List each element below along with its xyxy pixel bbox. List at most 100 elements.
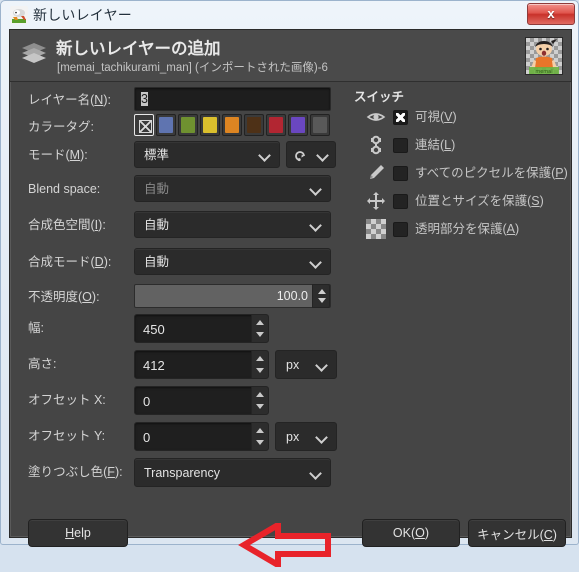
width-input[interactable]: 450 bbox=[134, 314, 269, 343]
stepper-up-icon bbox=[256, 356, 264, 361]
width-stepper[interactable] bbox=[251, 315, 268, 342]
dialog-form: レイヤー名(N): 3 カラータグ: モード(M): 標準 Blend spac… bbox=[10, 82, 571, 571]
ok-button-label: OK(O) bbox=[392, 526, 430, 540]
switch-row-4[interactable]: 透明部分を保護(A) bbox=[366, 217, 571, 241]
switch-row-1[interactable]: 連結(L) bbox=[366, 133, 571, 157]
composite-space-label: 合成色空間(I): bbox=[28, 218, 106, 232]
color-tag-brown[interactable] bbox=[244, 114, 264, 136]
offset-y-unit-value: px bbox=[286, 430, 300, 444]
color-tag-swatch-fill bbox=[247, 117, 261, 133]
fill-color-label: 塗りつぶし色(F): bbox=[28, 465, 123, 479]
switch-checkbox[interactable] bbox=[393, 138, 408, 153]
close-icon: x bbox=[547, 6, 555, 21]
move-arrows-icon bbox=[366, 191, 386, 211]
dialog-title: 新しいレイヤーの追加 bbox=[56, 40, 221, 58]
stepper-down-icon bbox=[256, 368, 264, 373]
ok-button[interactable]: OK(O) bbox=[362, 519, 460, 547]
cancel-button[interactable]: キャンセル(C) bbox=[468, 519, 566, 547]
eye-icon bbox=[366, 107, 386, 127]
stepper-up-icon bbox=[256, 320, 264, 325]
color-tag-swatch-fill bbox=[181, 117, 195, 133]
stepper-down-icon bbox=[256, 332, 264, 337]
row-blend-space: Blend space: 自動 bbox=[10, 175, 350, 204]
color-tag-swatches bbox=[134, 114, 330, 136]
checkerboard-icon bbox=[366, 219, 386, 239]
switch-row-2[interactable]: すべてのピクセルを保護(P) bbox=[366, 161, 571, 185]
offset-x-input[interactable]: 0 bbox=[134, 386, 269, 415]
blend-space-value: 自動 bbox=[144, 182, 170, 196]
color-tag-yellow[interactable] bbox=[200, 114, 220, 136]
fill-color-value: Transparency bbox=[144, 466, 220, 480]
composite-mode-label: 合成モード(D): bbox=[28, 255, 112, 269]
composite-mode-dropdown[interactable]: 自動 bbox=[134, 248, 331, 275]
layer-name-input[interactable]: 3 bbox=[134, 87, 331, 111]
layer-thumbnail: memai bbox=[525, 37, 563, 75]
switch-label: 連結(L) bbox=[415, 138, 456, 152]
layer-name-value: 3 bbox=[141, 92, 148, 106]
stepper-down-icon bbox=[256, 404, 264, 409]
height-unit-value: px bbox=[286, 358, 300, 372]
composite-mode-value: 自動 bbox=[144, 255, 170, 269]
color-tag-orange[interactable] bbox=[222, 114, 242, 136]
chevron-down-icon bbox=[260, 151, 270, 158]
color-tag-green[interactable] bbox=[178, 114, 198, 136]
width-value: 450 bbox=[143, 322, 165, 337]
height-unit-dropdown[interactable]: px bbox=[275, 350, 337, 379]
color-tag-red[interactable] bbox=[266, 114, 286, 136]
opacity-value: 100.0 bbox=[276, 289, 308, 303]
row-fill-color: 塗りつぶし色(F): Transparency bbox=[10, 458, 350, 487]
row-opacity: 不透明度(O): 100.0 bbox=[10, 284, 350, 310]
offset-x-value: 0 bbox=[143, 394, 151, 409]
height-value: 412 bbox=[143, 358, 165, 373]
mode-dropdown[interactable]: 標準 bbox=[134, 141, 280, 168]
offset-y-input[interactable]: 0 bbox=[134, 422, 269, 451]
stepper-up-icon bbox=[318, 289, 326, 294]
opacity-slider[interactable]: 100.0 bbox=[134, 284, 331, 308]
mode-reset-button[interactable] bbox=[286, 141, 336, 168]
offset-y-stepper[interactable] bbox=[251, 423, 268, 450]
switch-row-0[interactable]: 可視(V) bbox=[366, 105, 571, 129]
switch-checkbox[interactable] bbox=[393, 194, 408, 209]
color-tag-violet[interactable] bbox=[288, 114, 308, 136]
color-tag-swatch-fill bbox=[291, 117, 305, 133]
chevron-down-icon bbox=[317, 433, 327, 440]
annotation-arrow bbox=[238, 519, 334, 571]
offset-x-stepper[interactable] bbox=[251, 387, 268, 414]
close-button[interactable]: x bbox=[527, 3, 575, 25]
opacity-stepper[interactable] bbox=[312, 284, 330, 308]
composite-space-dropdown[interactable]: 自動 bbox=[134, 211, 331, 238]
switch-checkbox[interactable] bbox=[393, 166, 408, 181]
window-title: 新しいレイヤー bbox=[33, 7, 132, 23]
color-tag-none[interactable] bbox=[134, 114, 154, 136]
undo-icon bbox=[295, 151, 305, 162]
switch-checkbox[interactable] bbox=[393, 222, 408, 237]
composite-space-value: 自動 bbox=[144, 218, 170, 232]
layer-name-label: レイヤー名(N): bbox=[28, 93, 111, 107]
color-tag-swatch-fill bbox=[203, 117, 217, 133]
row-offset-x: オフセット X: 0 bbox=[10, 386, 350, 415]
offset-y-unit-dropdown[interactable]: px bbox=[275, 422, 337, 451]
chain-link-icon bbox=[366, 135, 386, 155]
blend-space-label: Blend space: bbox=[28, 182, 101, 196]
height-stepper[interactable] bbox=[251, 351, 268, 378]
blend-space-dropdown[interactable]: 自動 bbox=[134, 175, 331, 202]
chevron-down-icon bbox=[311, 469, 321, 476]
new-layer-dialog: 新しいレイヤーの追加 [memai_tachikurami_man] (インポー… bbox=[9, 29, 572, 571]
row-composite-mode: 合成モード(D): 自動 bbox=[10, 248, 350, 277]
layers-icon bbox=[20, 42, 48, 64]
height-input[interactable]: 412 bbox=[134, 350, 269, 379]
color-tag-swatch-fill bbox=[313, 117, 327, 133]
help-button[interactable]: Help bbox=[28, 519, 128, 547]
chevron-down-icon bbox=[311, 185, 321, 192]
switch-row-3[interactable]: 位置とサイズを保護(S) bbox=[366, 189, 571, 213]
row-composite-space: 合成色空間(I): 自動 bbox=[10, 211, 350, 240]
color-tag-gray[interactable] bbox=[310, 114, 330, 136]
row-width: 幅: 450 bbox=[10, 314, 350, 343]
fill-color-dropdown[interactable]: Transparency bbox=[134, 458, 331, 487]
stepper-down-icon bbox=[256, 440, 264, 445]
offset-y-value: 0 bbox=[143, 430, 151, 445]
cancel-button-label: キャンセル(C) bbox=[477, 527, 557, 542]
switch-checkbox[interactable] bbox=[393, 110, 408, 125]
color-tag-blue[interactable] bbox=[156, 114, 176, 136]
paintbrush-icon bbox=[366, 163, 386, 183]
